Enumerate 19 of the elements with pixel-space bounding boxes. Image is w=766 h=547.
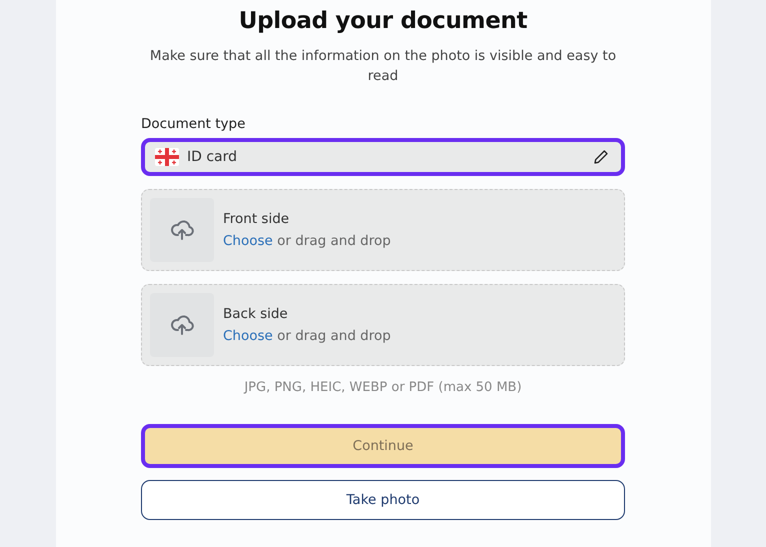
continue-button[interactable]: Continue [141,424,625,468]
page-title: Upload your document [238,8,528,34]
edit-icon[interactable] [593,149,609,165]
upload-hint: Choose or drag and drop [223,328,391,344]
upload-title: Front side [223,211,290,227]
formats-note: JPG, PNG, HEIC, WEBP or PDF (max 50 MB) [242,380,523,395]
take-photo-button[interactable]: Take photo [141,480,625,520]
upload-title: Back side [223,306,289,322]
flag-icon [155,148,179,166]
upload-cloud-icon [170,218,194,242]
upload-dropzone[interactable]: Front side Choose or drag and drop [141,189,625,271]
field-label: Document type [141,116,246,132]
document-type-field[interactable]: ID card [141,138,625,176]
upload-cloud-icon [170,313,194,337]
upload-hint: Choose or drag and drop [223,233,391,249]
choose-link[interactable]: Choose [223,328,273,344]
instructions-text: Make sure that all the information on the photo is visible and easy to read [148,47,618,86]
upload-dropzone[interactable]: Back side Choose or drag and drop [141,284,625,366]
choose-link[interactable]: Choose [223,233,273,249]
